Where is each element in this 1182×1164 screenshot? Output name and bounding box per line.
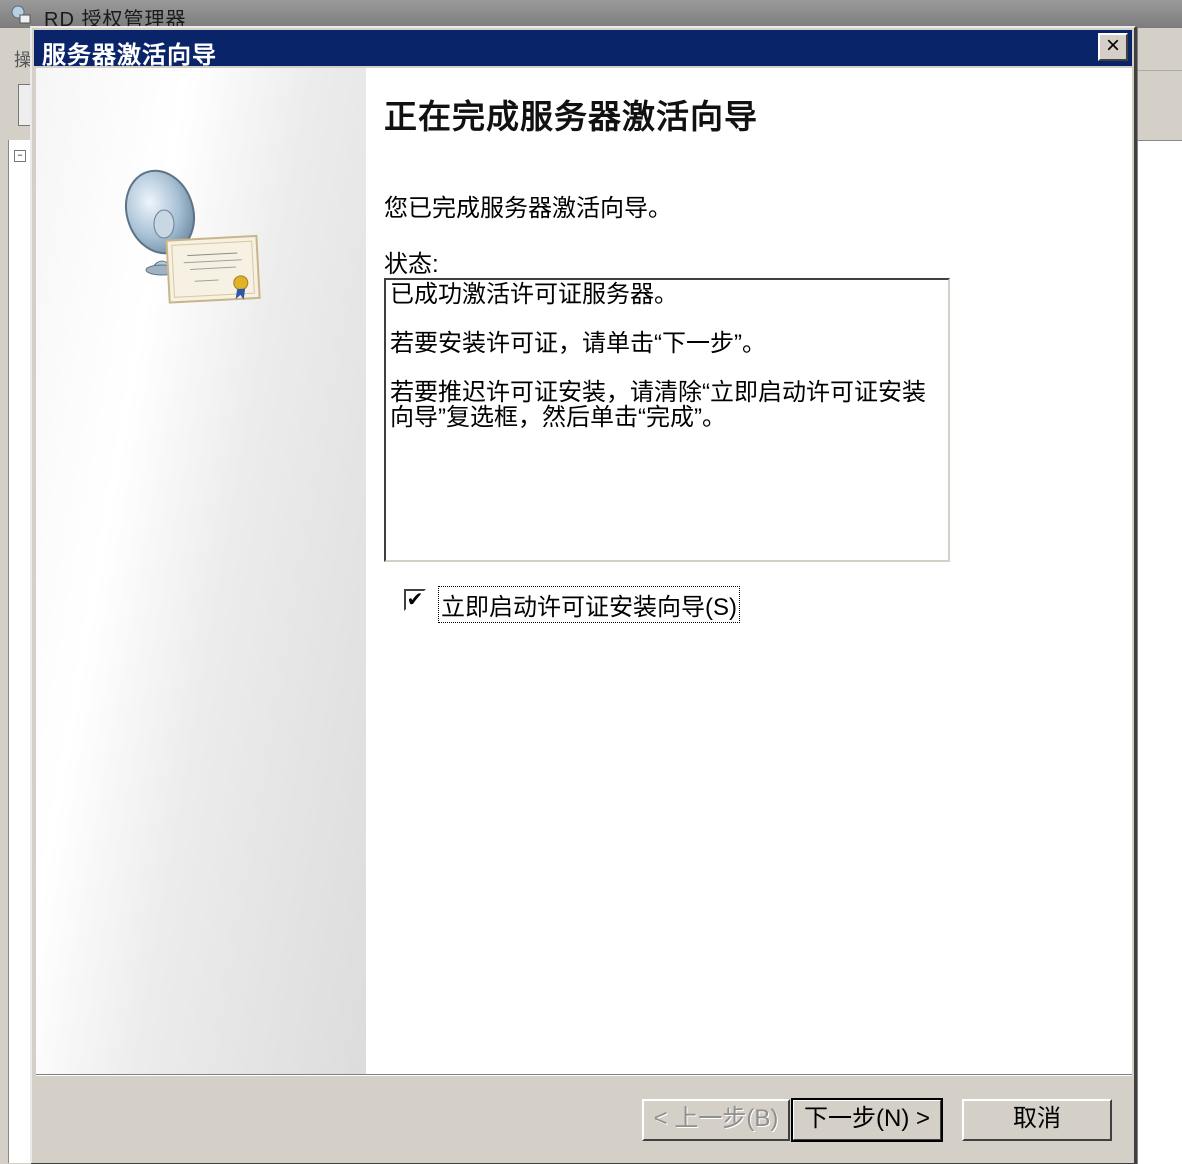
page-title: 正在完成服务器激活向导 — [384, 98, 758, 135]
wizard-side-panel — [36, 68, 366, 1074]
rd-licensing-icon — [11, 5, 31, 24]
wizard-content: 正在完成服务器激活向导 您已完成服务器激活向导。 状态: 已成功激活许可证服务器… — [384, 68, 1124, 1074]
satellite-dish-certificate-icon — [125, 169, 261, 304]
close-button[interactable]: × — [1098, 33, 1128, 61]
checkmark-icon: ✔ — [406, 589, 424, 611]
back-button[interactable]: < 上一步(B) — [642, 1099, 790, 1141]
background-list-pane[interactable] — [1136, 140, 1182, 1164]
intro-text: 您已完成服务器激活向导。 — [384, 195, 672, 222]
cancel-button[interactable]: 取消 — [962, 1099, 1112, 1141]
server-activation-wizard-dialog: 服务器激活向导 × 正在完成服务器激活向导 您已完成服务器激活向导。 状态: 已… — [30, 26, 1136, 1163]
button-area-divider — [36, 1074, 1132, 1076]
start-license-wizard-label[interactable]: 立即启动许可证安装向导(S) — [438, 586, 740, 623]
dialog-titlebar[interactable]: 服务器激活向导 × — [34, 30, 1132, 69]
status-line: 已成功激活许可证服务器。 — [390, 281, 678, 308]
close-icon: × — [1105, 32, 1120, 59]
dialog-body: 正在完成服务器激活向导 您已完成服务器激活向导。 状态: 已成功激活许可证服务器… — [36, 68, 1132, 1074]
next-button[interactable]: 下一步(N) > — [791, 1098, 943, 1142]
status-label: 状态: — [384, 251, 439, 278]
status-line: 若要推迟许可证安装，请清除“立即启动许可证安装向导”复选框，然后单击“完成”。 — [390, 379, 926, 431]
status-line: 若要安装许可证，请单击“下一步”。 — [390, 330, 766, 357]
start-license-wizard-checkbox[interactable]: ✔ — [404, 589, 426, 611]
status-text-box[interactable]: 已成功激活许可证服务器。 若要安装许可证，请单击“下一步”。 若要推迟许可证安装… — [384, 278, 950, 562]
background-titlebar: RD 授权管理器 — [0, 0, 1182, 31]
dialog-title: 服务器激活向导 — [42, 42, 217, 69]
tree-expander-icon[interactable]: − — [14, 150, 26, 162]
background-toolbar-area — [1136, 70, 1182, 141]
